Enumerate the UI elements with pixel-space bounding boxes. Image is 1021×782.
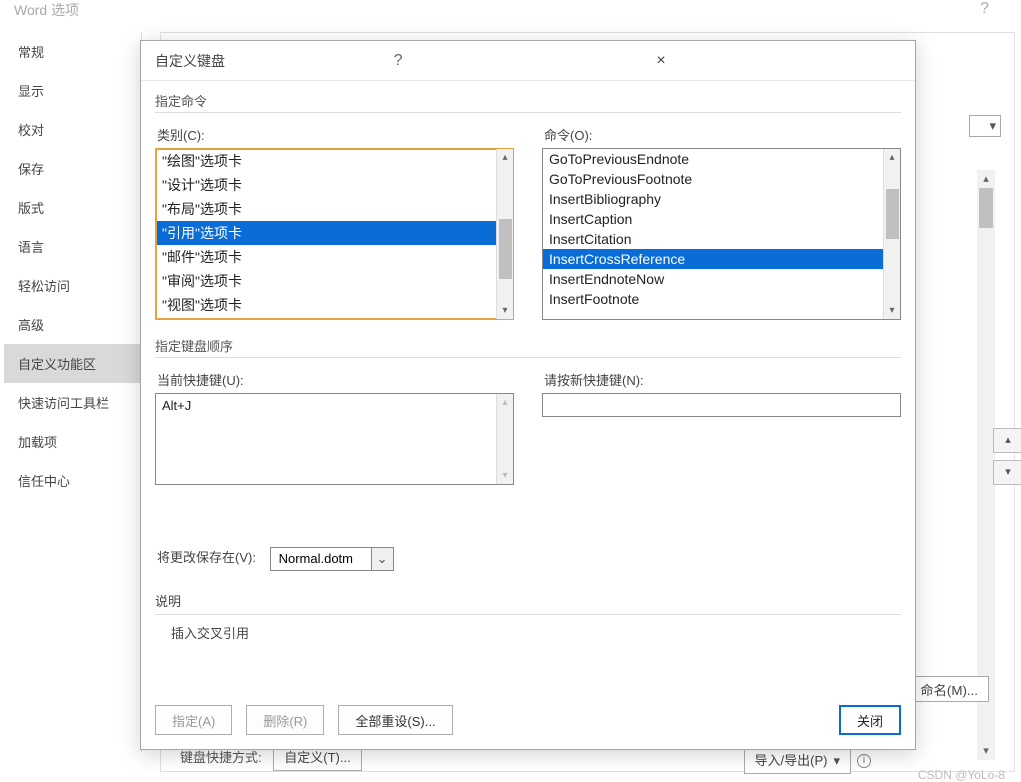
scroll-down-icon[interactable]: ▾ — [884, 302, 900, 319]
list-item[interactable]: "绘图"选项卡 — [156, 149, 513, 173]
close-button[interactable]: 关闭 — [839, 705, 901, 735]
nav-item-addins[interactable]: 加载项 — [4, 422, 141, 461]
nav-item-trust[interactable]: 信任中心 — [4, 461, 141, 500]
info-icon[interactable]: i — [857, 754, 871, 768]
dialog-title: 自定义键盘 — [155, 51, 394, 71]
list-item[interactable]: "布局"选项卡 — [156, 197, 513, 221]
nav-item-layout[interactable]: 版式 — [4, 188, 141, 227]
commands-listbox[interactable]: GoToPreviousEndnote GoToPreviousFootnote… — [542, 148, 901, 320]
remove-button[interactable]: 删除(R) — [246, 705, 324, 735]
list-item-selected[interactable]: "引用"选项卡 — [156, 221, 513, 245]
scroll-up-icon[interactable]: ▴ — [884, 149, 900, 166]
scroll-thumb[interactable] — [499, 219, 512, 279]
list-item[interactable]: "设计"选项卡 — [156, 173, 513, 197]
list-item[interactable]: InsertEndnoteNow — [543, 269, 900, 289]
bg-stepper-up[interactable]: ▴ — [993, 428, 1021, 453]
dialog-help-icon[interactable]: ? — [394, 52, 633, 70]
options-window-title: Word 选项 — [14, 0, 79, 20]
reset-all-button[interactable]: 全部重设(S)... — [338, 705, 452, 735]
group-specify-command: 指定命令 — [155, 89, 901, 114]
divider — [155, 112, 901, 113]
list-item[interactable]: "审阅"选项卡 — [156, 269, 513, 293]
commands-label: 命令(O): — [544, 125, 901, 144]
nav-item-customize-ribbon[interactable]: 自定义功能区 — [4, 344, 141, 383]
list-item[interactable]: "视图"选项卡 — [156, 293, 513, 317]
nav-item-advanced[interactable]: 高级 — [4, 305, 141, 344]
scroll-up-icon[interactable]: ▴ — [497, 149, 513, 166]
bg-dropdown[interactable] — [969, 115, 1001, 137]
nav-item-general[interactable]: 常规 — [4, 32, 141, 71]
list-item[interactable]: GoToPreviousFootnote — [543, 169, 900, 189]
list-item[interactable]: InsertFootnote — [543, 289, 900, 309]
assign-button[interactable]: 指定(A) — [155, 705, 232, 735]
scroll-up-icon: ▴ — [497, 394, 513, 411]
nav-item-display[interactable]: 显示 — [4, 71, 141, 110]
customize-keyboard-dialog: 自定义键盘 ? × 指定命令 类别(C): "绘图"选项卡 "设计"选项卡 "布… — [140, 40, 916, 750]
scroll-thumb[interactable] — [979, 188, 993, 228]
scroll-down-icon: ▾ — [497, 467, 513, 484]
options-help-icon[interactable]: ? — [980, 0, 989, 18]
list-item[interactable]: InsertBibliography — [543, 189, 900, 209]
list-item-selected[interactable]: InsertCrossReference — [543, 249, 900, 269]
current-keys-box[interactable]: Alt+J ▴ ▾ — [155, 393, 514, 485]
listbox-scrollbar[interactable]: ▴ ▾ — [883, 149, 900, 319]
rename-button[interactable]: 命名(M)... — [909, 676, 989, 702]
caret-down-icon: ▾ — [833, 753, 840, 768]
divider — [155, 357, 901, 358]
watermark: CSDN @YoLo-8 — [918, 768, 1005, 782]
bg-stepper-down[interactable]: ▾ — [993, 460, 1021, 485]
description-text: 插入交叉引用 — [171, 623, 901, 642]
list-item[interactable]: GoToPreviousEndnote — [543, 149, 900, 169]
categories-label: 类别(C): — [157, 125, 514, 144]
scroll-thumb[interactable] — [886, 189, 899, 239]
save-in-value: Normal.dotm — [271, 551, 371, 566]
new-key-label: 请按新快捷键(N): — [544, 370, 901, 389]
kb-shortcut-label: 键盘快捷方式: — [180, 750, 262, 765]
combobox-caret-icon[interactable]: ⌄ — [372, 547, 394, 571]
nav-item-proofing[interactable]: 校对 — [4, 110, 141, 149]
textbox-scrollbar: ▴ ▾ — [496, 394, 513, 484]
options-nav: 常规 显示 校对 保存 版式 语言 轻松访问 高级 自定义功能区 快速访问工具栏… — [4, 32, 142, 752]
group-keyboard-sequence: 指定键盘顺序 — [155, 334, 901, 359]
categories-listbox[interactable]: "绘图"选项卡 "设计"选项卡 "布局"选项卡 "引用"选项卡 "邮件"选项卡 … — [155, 148, 514, 320]
nav-item-qat[interactable]: 快速访问工具栏 — [4, 383, 141, 422]
dialog-close-icon[interactable]: × — [650, 52, 901, 70]
list-item[interactable]: InsertCitation — [543, 229, 900, 249]
save-in-combobox[interactable]: Normal.dotm — [270, 547, 372, 571]
new-key-input[interactable] — [542, 393, 901, 417]
description-caption: 说明 — [155, 591, 901, 610]
nav-item-save[interactable]: 保存 — [4, 149, 141, 188]
scroll-up-icon[interactable]: ▴ — [977, 170, 995, 188]
list-item[interactable]: "开发工具"选项卡 — [156, 317, 513, 320]
listbox-scrollbar[interactable]: ▴ ▾ — [496, 149, 513, 319]
current-keys-label: 当前快捷键(U): — [157, 370, 514, 389]
dialog-button-bar: 指定(A) 删除(R) 全部重设(S)... 关闭 — [155, 705, 901, 735]
list-item[interactable]: "邮件"选项卡 — [156, 245, 513, 269]
import-export-label: 导入/导出(P) — [755, 753, 828, 768]
scroll-down-icon[interactable]: ▾ — [497, 302, 513, 319]
divider — [155, 614, 901, 615]
nav-item-language[interactable]: 语言 — [4, 227, 141, 266]
current-keys-value: Alt+J — [156, 394, 513, 417]
save-in-label: 将更改保存在(V): — [157, 547, 256, 566]
dialog-body: 指定命令 类别(C): "绘图"选项卡 "设计"选项卡 "布局"选项卡 "引用"… — [141, 81, 915, 749]
list-item[interactable]: InsertCaption — [543, 209, 900, 229]
dialog-titlebar: 自定义键盘 ? × — [141, 41, 915, 81]
nav-item-ease[interactable]: 轻松访问 — [4, 266, 141, 305]
